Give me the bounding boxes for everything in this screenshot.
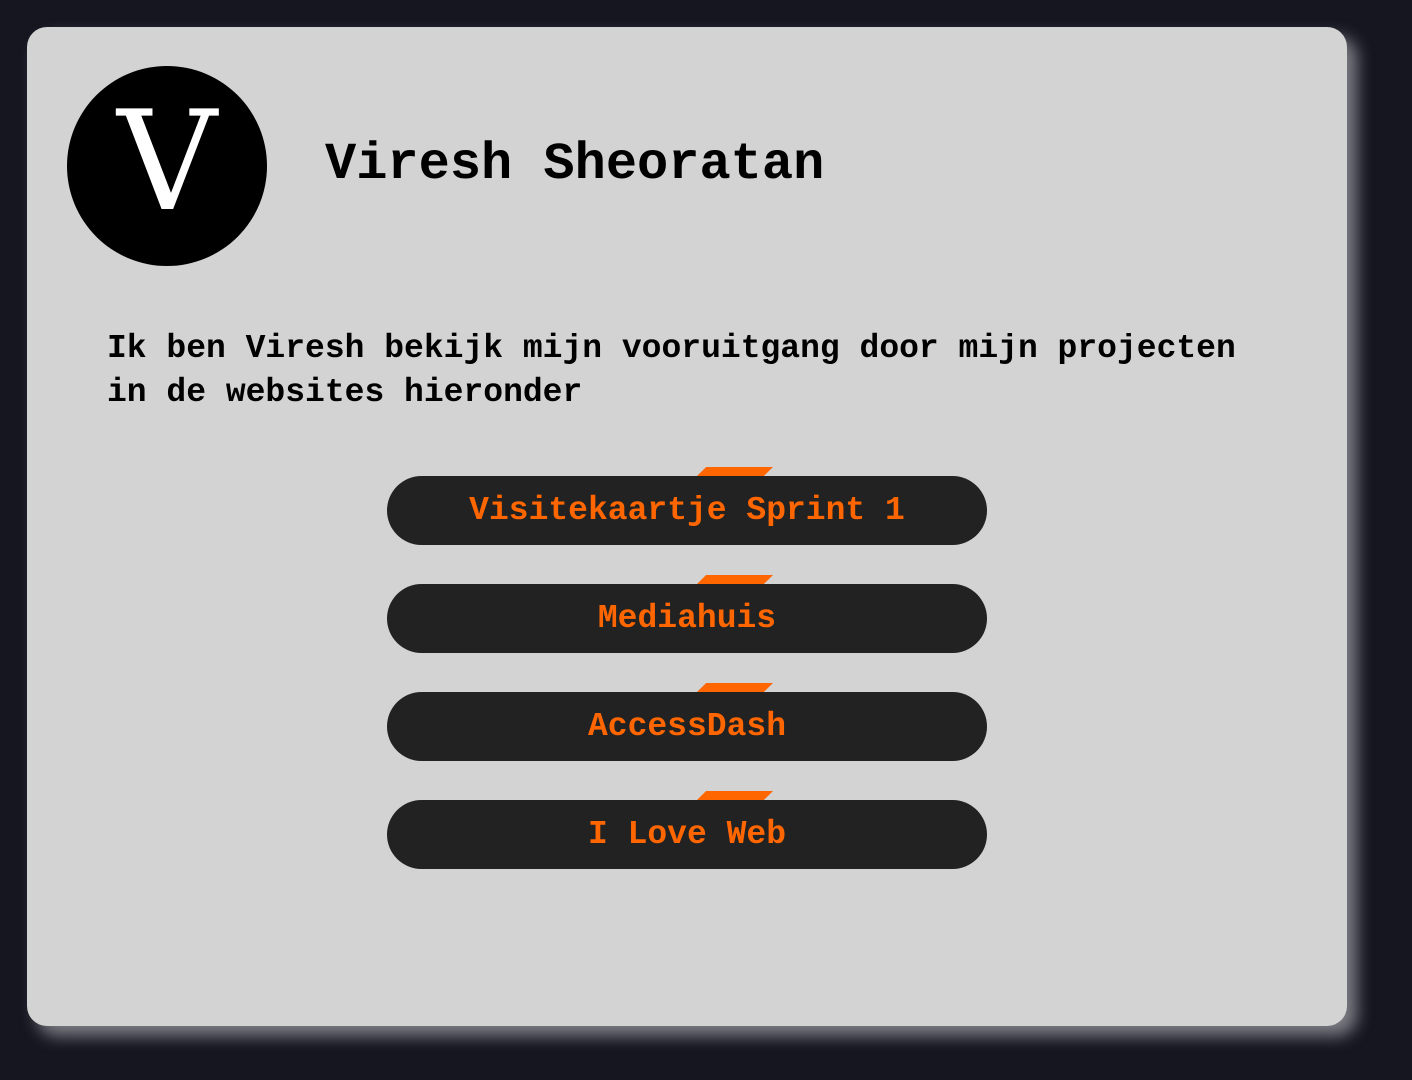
link-label: AccessDash [587, 707, 787, 745]
link-accent-tab [697, 683, 773, 692]
logo: V [67, 66, 267, 266]
link-accent-tab [697, 791, 773, 800]
link-accessdash[interactable]: AccessDash [387, 683, 987, 761]
link-accent-tab [697, 467, 773, 476]
logo-letter: V [117, 81, 217, 242]
link-accent-tab [697, 575, 773, 584]
intro-text: Ik ben Viresh bekijk mijn vooruitgang do… [107, 330, 1236, 411]
project-links: Visitekaartje Sprint 1 Mediahuis AccessD… [387, 467, 987, 908]
profile-name: Viresh Sheoratan [325, 135, 825, 194]
link-i-love-web[interactable]: I Love Web [387, 791, 987, 869]
link-visitekaartje-sprint-1[interactable]: Visitekaartje Sprint 1 [387, 467, 987, 545]
link-mediahuis[interactable]: Mediahuis [387, 575, 987, 653]
profile-card: V Viresh Sheoratan Ik ben Viresh bekijk … [27, 27, 1347, 1026]
link-label: Mediahuis [597, 599, 777, 637]
link-label: Visitekaartje Sprint 1 [469, 491, 905, 529]
link-label: I Love Web [587, 815, 787, 853]
